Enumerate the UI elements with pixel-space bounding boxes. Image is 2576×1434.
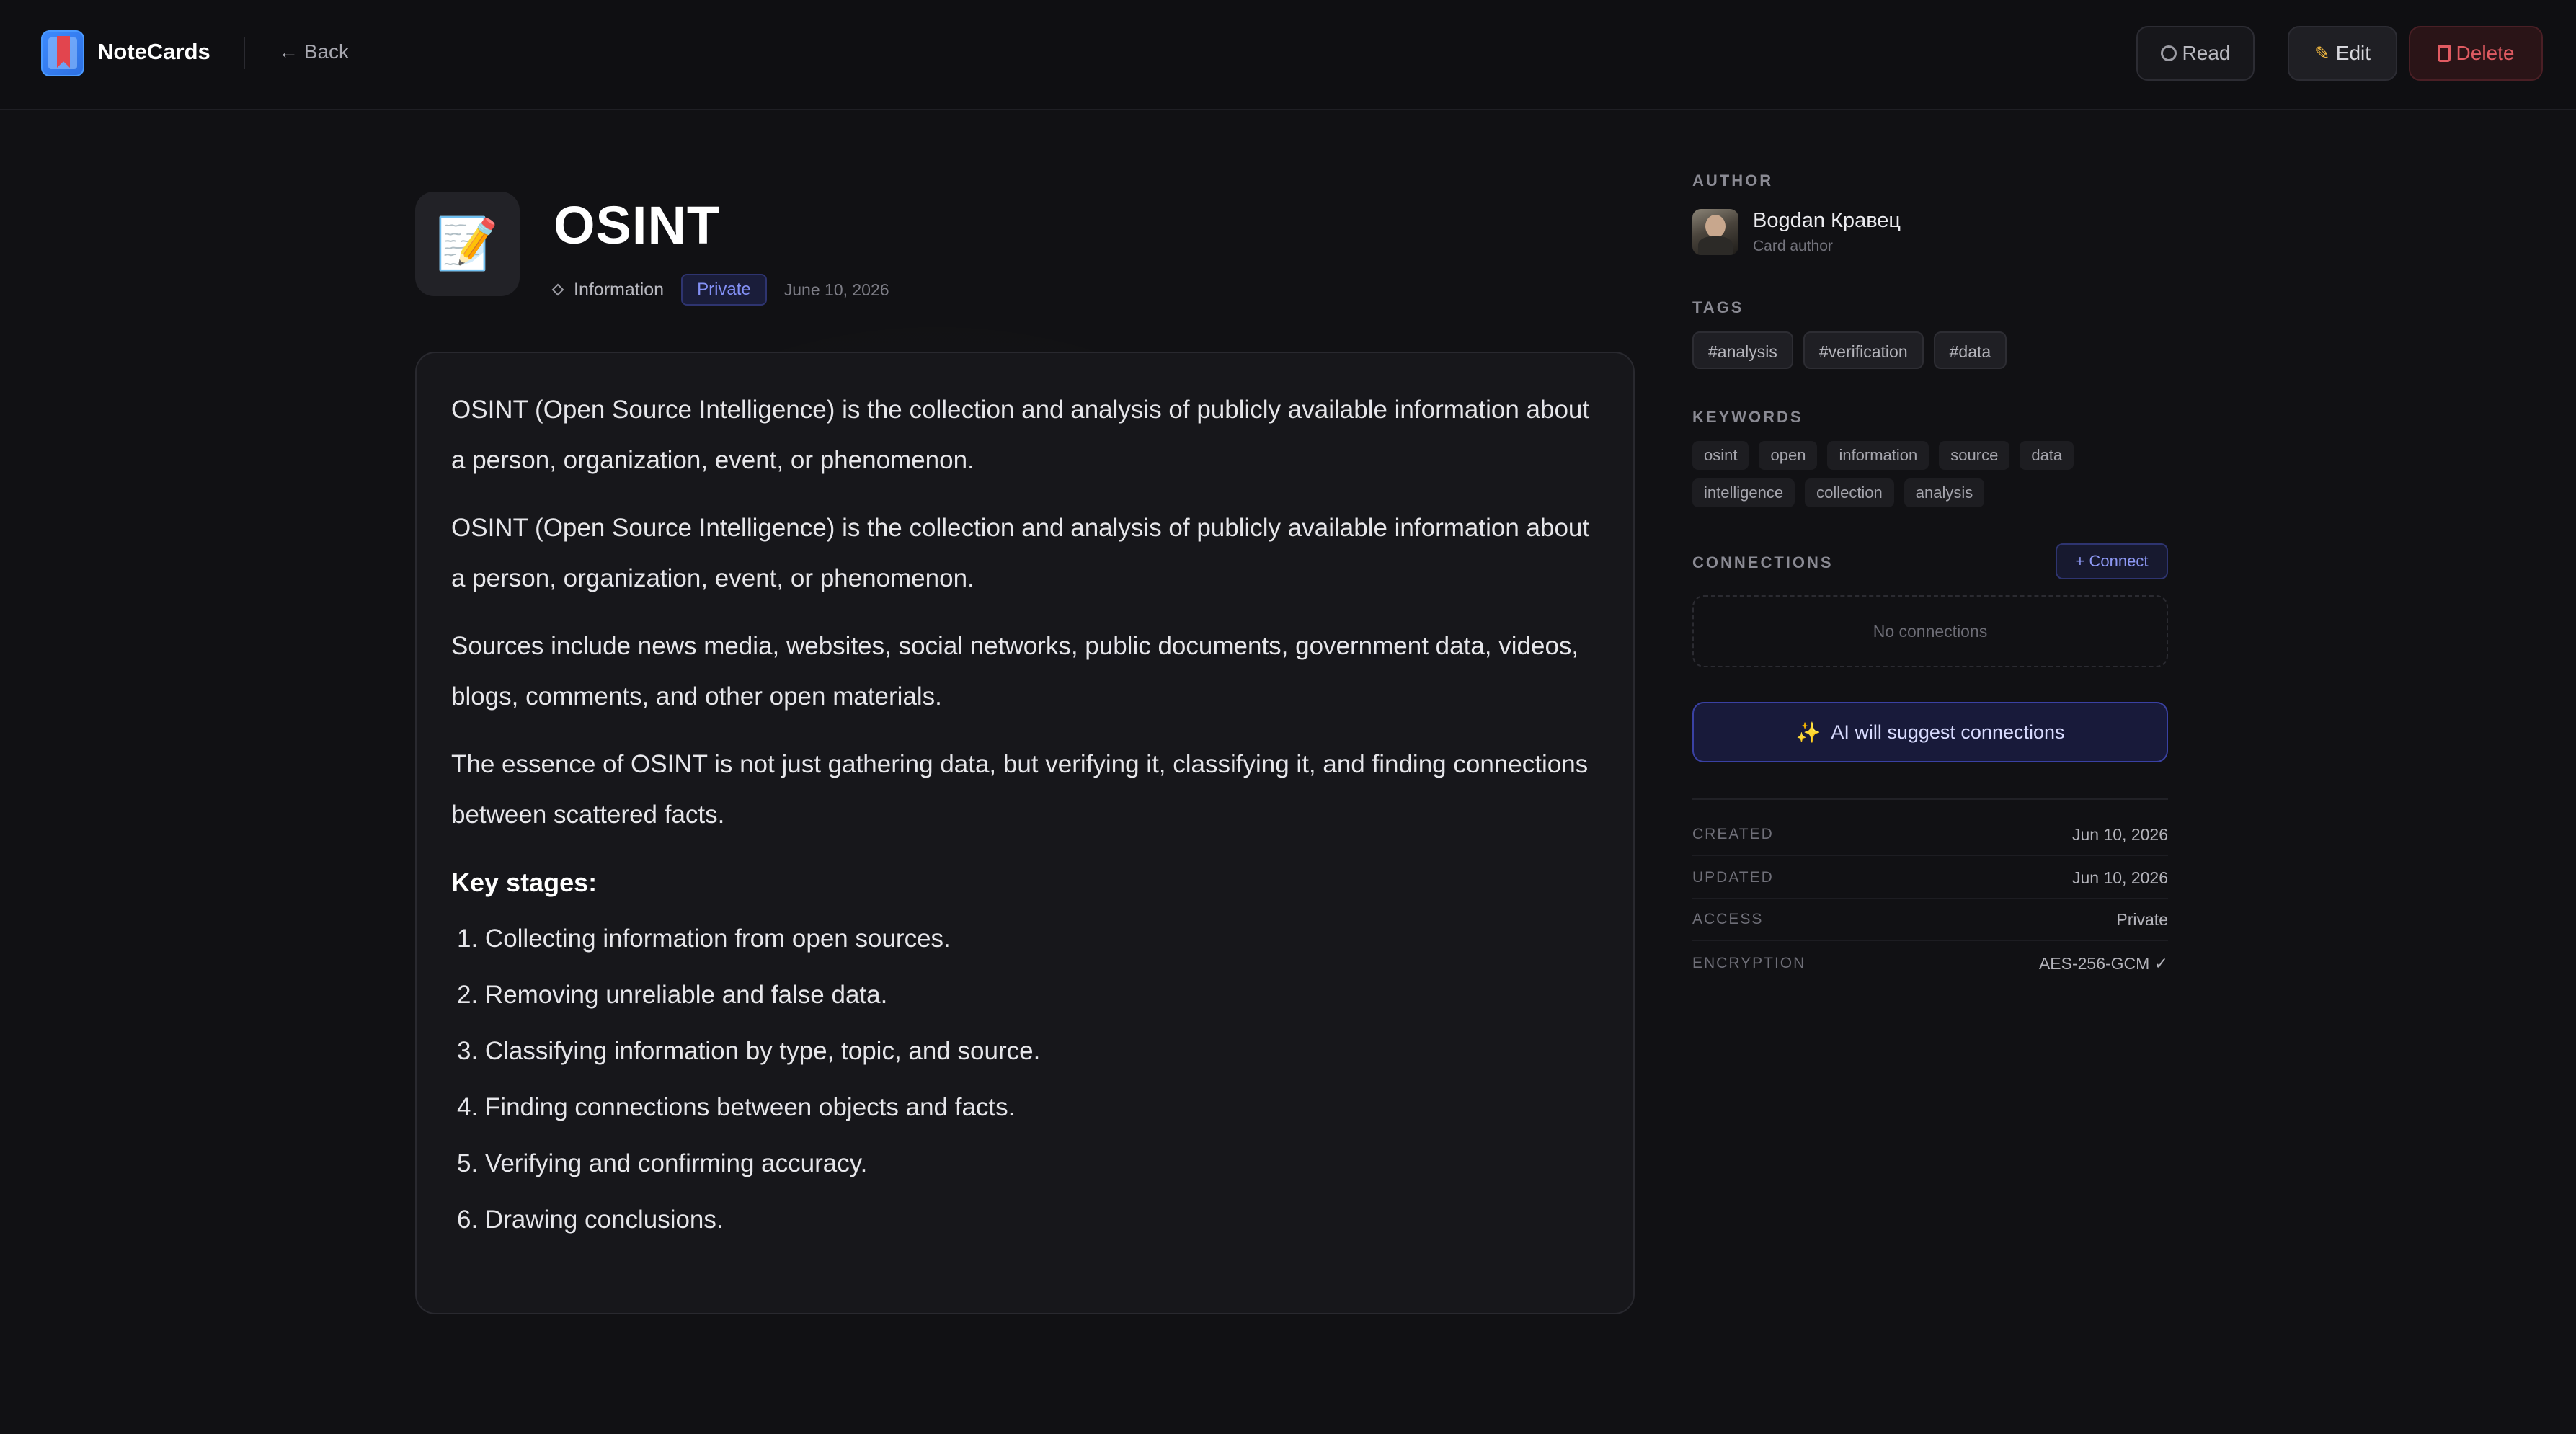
divider bbox=[1692, 798, 2168, 800]
paragraph: OSINT (Open Source Intelligence) is the … bbox=[451, 396, 1590, 474]
memo-icon: 📝 bbox=[415, 192, 520, 296]
keyword-chip[interactable]: osint bbox=[1692, 441, 1749, 470]
paragraph: OSINT (Open Source Intelligence) is the … bbox=[451, 514, 1590, 592]
list-item: 1. Collecting information from open sour… bbox=[457, 925, 951, 953]
back-button[interactable]: ← Back bbox=[278, 40, 349, 63]
keyword-chip[interactable]: source bbox=[1939, 441, 2010, 470]
connect-button[interactable]: + Connect bbox=[2056, 543, 2168, 579]
trash-icon bbox=[2437, 45, 2451, 62]
ai-suggest-button[interactable]: ✨ AI will suggest connections bbox=[1692, 702, 2168, 762]
list-item: 4. Finding connections between objects a… bbox=[457, 1093, 1016, 1121]
info-value: Private bbox=[2116, 909, 2168, 929]
info-key: CREATED bbox=[1692, 826, 1774, 842]
tags-list: #analysis #verification #data bbox=[1692, 331, 2007, 369]
paragraph: The essence of OSINT is not just gatheri… bbox=[451, 750, 1589, 829]
top-header: NoteCards ← Back Read ✎ Edit Delete bbox=[0, 0, 2576, 110]
list-item: 6. Drawing conclusions. bbox=[457, 1206, 724, 1234]
keyword-chip[interactable]: open bbox=[1759, 441, 1818, 470]
info-row-created: CREATED Jun 10, 2026 bbox=[1692, 814, 2168, 856]
info-key: ENCRYPTION bbox=[1692, 955, 1806, 971]
keyword-chip[interactable]: collection bbox=[1805, 478, 1894, 507]
tags-section-label: TAGS bbox=[1692, 298, 1744, 316]
header-divider bbox=[244, 37, 245, 69]
card-content: OSINT (Open Source Intelligence) is the … bbox=[415, 352, 1635, 1314]
ai-suggest-label: AI will suggest connections bbox=[1831, 721, 2065, 743]
info-row-updated: UPDATED Jun 10, 2026 bbox=[1692, 858, 2168, 899]
author-name[interactable]: Bogdan Кравец bbox=[1753, 209, 1901, 233]
author-role: Card author bbox=[1753, 238, 1833, 254]
read-button[interactable]: Read bbox=[2136, 26, 2255, 81]
card-title: OSINT bbox=[554, 195, 721, 255]
edit-label: Edit bbox=[2335, 42, 2371, 64]
keyword-chip[interactable]: analysis bbox=[1904, 478, 1985, 507]
info-row-access: ACCESS Private bbox=[1692, 899, 2168, 941]
card-type: Information bbox=[551, 279, 665, 300]
info-value: Jun 10, 2026 bbox=[2071, 824, 2168, 844]
info-value: AES-256-GCM ✓ bbox=[2038, 953, 2168, 973]
connections-section-label: CONNECTIONS bbox=[1692, 553, 1834, 571]
info-row-encryption: ENCRYPTION AES-256-GCM ✓ bbox=[1692, 943, 2168, 984]
tag-chip[interactable]: #analysis bbox=[1692, 331, 1793, 369]
visibility-badge: Private bbox=[681, 274, 767, 306]
keywords-list: osint open information source data intel… bbox=[1692, 441, 2168, 507]
stages-heading: Key stages: bbox=[451, 868, 598, 897]
list-item: 3. Classifying information by type, topi… bbox=[457, 1037, 1041, 1065]
notecards-logo-icon[interactable] bbox=[41, 30, 84, 76]
list-item: 2. Removing unreliable and false data. bbox=[457, 981, 888, 1009]
app-title[interactable]: NoteCards bbox=[97, 39, 210, 65]
info-key: UPDATED bbox=[1692, 869, 1774, 886]
pencil-icon: ✎ bbox=[2314, 42, 2330, 64]
diamond-icon bbox=[551, 283, 564, 296]
info-key: ACCESS bbox=[1692, 911, 1764, 927]
list-item: 5. Verifying and confirming accuracy. bbox=[457, 1149, 868, 1177]
card-date: June 10, 2026 bbox=[783, 280, 889, 299]
author-section-label: AUTHOR bbox=[1692, 172, 1774, 190]
read-label: Read bbox=[2182, 42, 2231, 64]
edit-button[interactable]: ✎ Edit bbox=[2288, 26, 2397, 81]
tag-chip[interactable]: #data bbox=[1933, 331, 2007, 369]
circle-icon bbox=[2160, 45, 2177, 61]
card-meta: Information Private June 10, 2026 bbox=[551, 274, 889, 306]
stages-list: 1. Collecting information from open sour… bbox=[451, 917, 1599, 1242]
keyword-chip[interactable]: information bbox=[1827, 441, 1929, 470]
keywords-section-label: KEYWORDS bbox=[1692, 408, 1803, 426]
delete-button[interactable]: Delete bbox=[2409, 26, 2543, 81]
paragraph: Sources include news media, websites, so… bbox=[451, 632, 1579, 711]
keyword-chip[interactable]: data bbox=[2020, 441, 2074, 470]
delete-label: Delete bbox=[2456, 42, 2515, 64]
tag-chip[interactable]: #verification bbox=[1803, 331, 1924, 369]
keyword-chip[interactable]: intelligence bbox=[1692, 478, 1795, 507]
no-connections-placeholder: No connections bbox=[1692, 595, 2168, 667]
avatar[interactable] bbox=[1692, 209, 1738, 255]
sparkle-icon: ✨ bbox=[1795, 721, 1821, 744]
info-value: Jun 10, 2026 bbox=[2071, 868, 2168, 887]
card-type-label: Information bbox=[574, 279, 665, 300]
